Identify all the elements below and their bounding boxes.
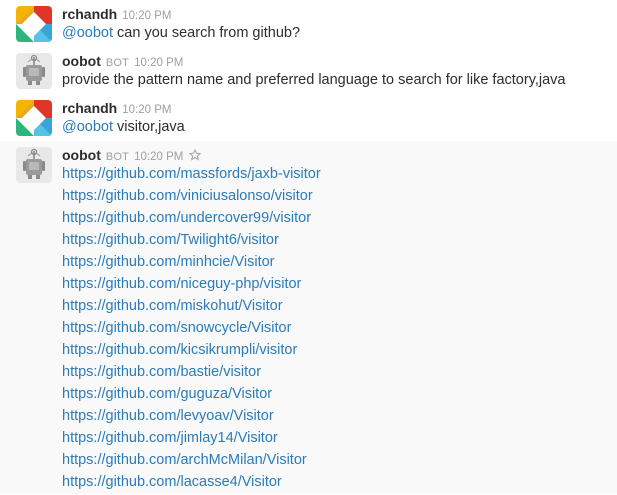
message-oobot-1: oobot BOT 10:20 PM provide the pattern nam… — [0, 47, 617, 94]
github-link[interactable]: https://github.com/niceguy-php/visitor — [62, 275, 321, 297]
github-link[interactable]: https://github.com/guguza/Visitor — [62, 385, 321, 407]
github-link[interactable]: https://github.com/jimlay14/Visitor — [62, 429, 321, 451]
github-link[interactable]: https://github.com/minhcie/Visitor — [62, 253, 321, 275]
github-link[interactable]: https://github.com/lacasse4/Visitor — [62, 473, 321, 495]
timestamp[interactable]: 10:20 PM — [134, 151, 183, 163]
timestamp[interactable]: 10:20 PM — [134, 57, 183, 69]
message-rchandh-2: rchandh 10:20 PM @oobot visitor,java — [0, 94, 617, 141]
oobot-avatar-icon[interactable] — [16, 53, 52, 89]
message-text: can you search from github? — [113, 25, 301, 41]
rchandh-avatar-icon[interactable] — [16, 100, 52, 136]
username[interactable]: rchandh — [62, 100, 117, 116]
github-link[interactable]: https://github.com/undercover99/visitor — [62, 209, 321, 231]
bot-badge: BOT — [105, 151, 130, 163]
message-text: provide the pattern name and preferred l… — [62, 72, 566, 88]
message-rchandh-1: rchandh 10:20 PM @oobot can you search fr… — [0, 0, 617, 47]
github-link[interactable]: https://github.com/kicsikrumpli/visitor — [62, 341, 321, 363]
username[interactable]: oobot — [62, 53, 101, 69]
link-list: https://github.com/massfords/jaxb-visito… — [62, 165, 321, 495]
star-icon[interactable] — [188, 148, 202, 166]
bot-badge: BOT — [105, 57, 130, 69]
github-link[interactable]: https://github.com/miskohut/Visitor — [62, 297, 321, 319]
github-link[interactable]: https://github.com/snowcycle/Visitor — [62, 319, 321, 341]
github-link[interactable]: https://github.com/levyoav/Visitor — [62, 407, 321, 429]
timestamp[interactable]: 10:20 PM — [122, 10, 171, 22]
github-link[interactable]: https://github.com/bastie/visitor — [62, 363, 321, 385]
oobot-avatar-icon[interactable] — [16, 147, 52, 183]
timestamp[interactable]: 10:20 PM — [122, 104, 171, 116]
message-oobot-2: oobot BOT 10:20 PM https://github.com/mass… — [0, 141, 617, 494]
github-link[interactable]: https://github.com/viniciusalonso/visito… — [62, 187, 321, 209]
rchandh-avatar-icon[interactable] — [16, 6, 52, 42]
mention-link[interactable]: @oobot — [62, 119, 113, 135]
username[interactable]: rchandh — [62, 6, 117, 22]
message-text: visitor,java — [113, 119, 185, 135]
github-link[interactable]: https://github.com/Twilight6/visitor — [62, 231, 321, 253]
github-link[interactable]: https://github.com/archMcMilan/Visitor — [62, 451, 321, 473]
github-link[interactable]: https://github.com/massfords/jaxb-visito… — [62, 165, 321, 187]
mention-link[interactable]: @oobot — [62, 25, 113, 41]
username[interactable]: oobot — [62, 147, 101, 163]
